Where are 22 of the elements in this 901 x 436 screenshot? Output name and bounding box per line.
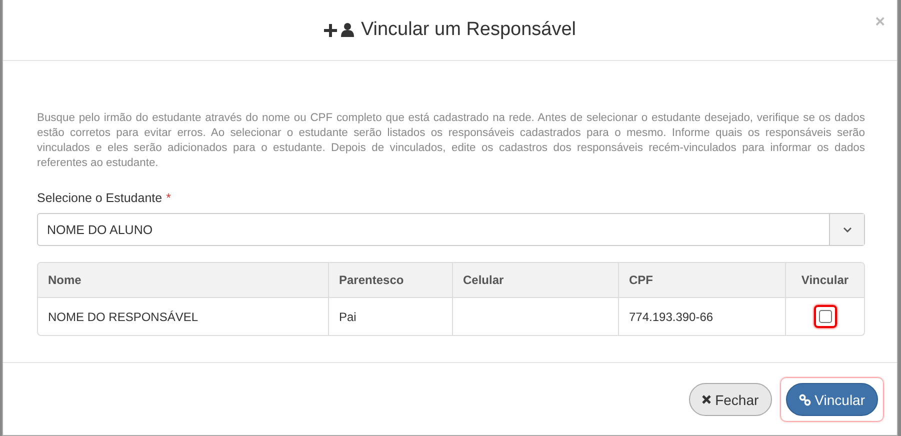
modal-title: Vincular um Responsável	[360, 19, 576, 41]
column-header: Parentesco	[328, 263, 452, 298]
link-icon	[798, 394, 811, 406]
required-mark: *	[166, 191, 171, 205]
column-header: Nome	[38, 263, 328, 298]
user-icon	[340, 23, 354, 37]
chevron-down-icon	[842, 226, 852, 232]
checkbox[interactable]	[818, 310, 832, 323]
column-header: Celular	[452, 263, 618, 298]
column-header: Vincular	[786, 263, 864, 298]
close-button[interactable]: Fechar	[689, 383, 772, 416]
table-cell: 774.193.390-66	[629, 310, 714, 324]
field-label: Selecione o Estudante	[37, 191, 162, 205]
description-text: Busque pelo irmão do estudante através do nome ou CPF completo que está cadastrado na rede. Antes de selecionar o estudante desejado, verifique se os dados estão corretos para evitar erros. Ao selecionar o estudante serão listados os responsáveis cadastrados para o mesmo. Informe quais os responsáveis serão vinculados e eles serão adicionados para o estudante. Depois de vinculados, edite os cadastros dos responsáveis recém-vinculados para informar os dados referentes ao estudante.	[37, 111, 865, 171]
link-button[interactable]: Vincular	[786, 383, 878, 416]
plus-icon	[324, 24, 337, 36]
table-cell: NOME DO RESPONSÁVEL	[48, 310, 198, 324]
student-select[interactable]: NOME DO ALUNO	[37, 213, 865, 246]
close-icon	[702, 395, 712, 404]
column-header: CPF	[618, 263, 786, 298]
table-cell: Pai	[339, 310, 356, 324]
dropdown-toggle[interactable]	[829, 214, 864, 245]
